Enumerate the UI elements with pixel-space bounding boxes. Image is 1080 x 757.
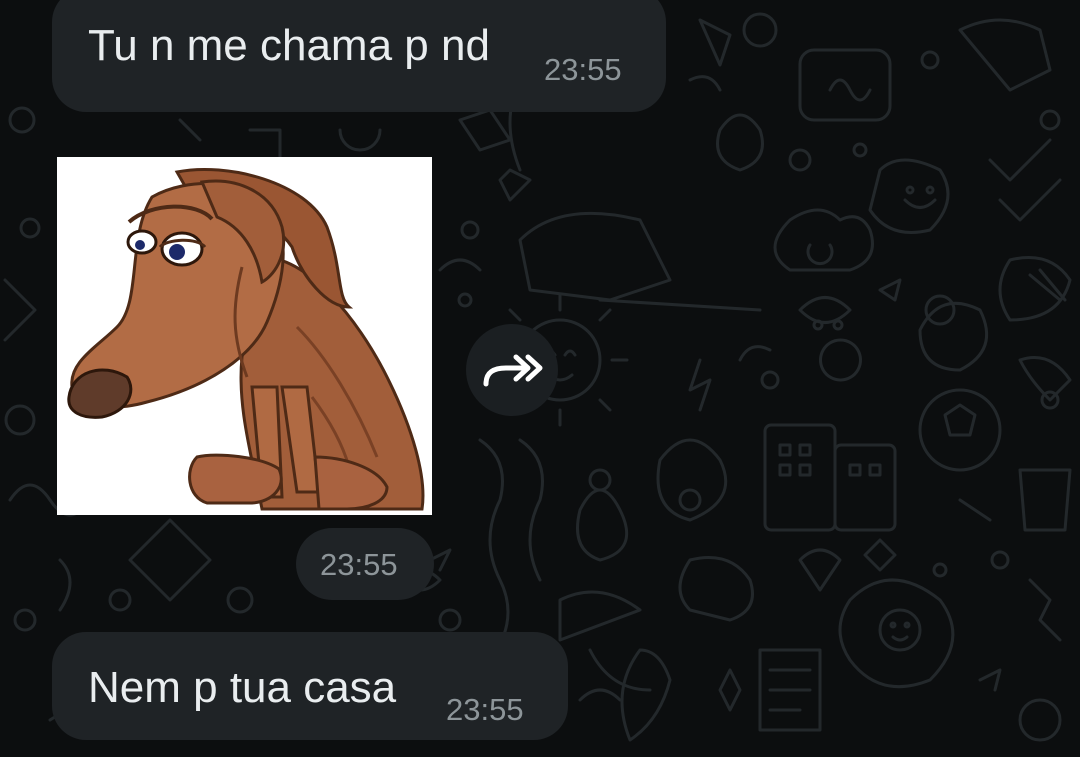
message-timestamp: 23:55 — [446, 692, 524, 727]
chat-view: Tu n me chama p nd 23:55 23:55 Nem p tua… — [0, 0, 1080, 757]
sticker-sad-dog[interactable] — [57, 157, 432, 515]
message-text: Nem p tua casa — [88, 663, 397, 712]
message-bubble-incoming[interactable]: Tu n me chama p nd 23:55 — [52, 0, 666, 112]
message-timestamp: 23:55 — [320, 547, 398, 582]
forward-button[interactable] — [466, 324, 558, 416]
sticker-timestamp-pill: 23:55 — [296, 528, 434, 600]
double-arrow-forward-icon — [483, 354, 543, 387]
message-timestamp: 23:55 — [544, 52, 622, 87]
message-bubble-incoming[interactable]: Nem p tua casa 23:55 — [52, 632, 568, 740]
sad-dog-illustration — [57, 157, 432, 515]
message-text: Tu n me chama p nd — [88, 21, 490, 70]
